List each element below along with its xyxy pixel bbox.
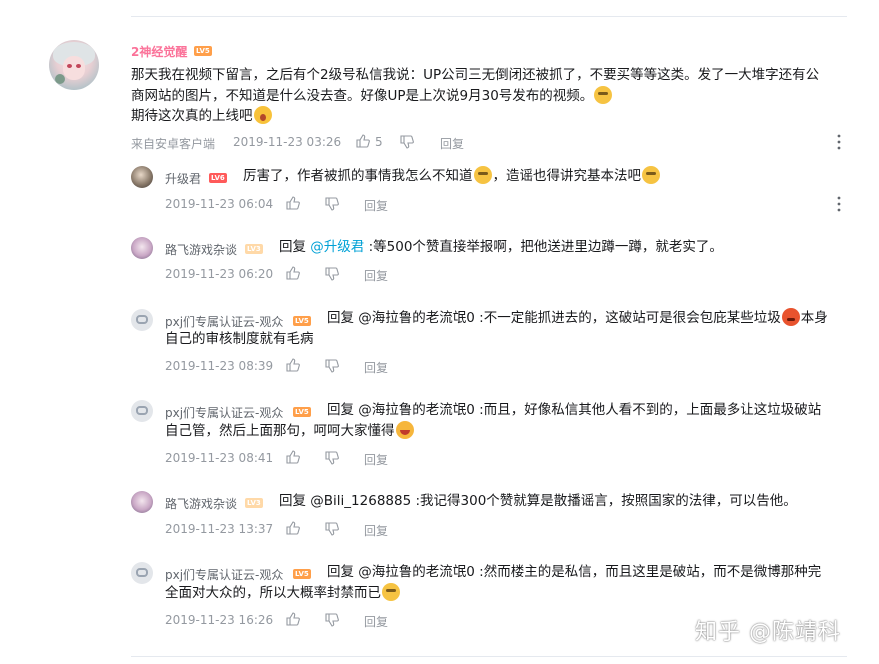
reply-text: 回复 @海拉鲁的老流氓0 :不一定能抓进去的，这破站可是很会包庇某些垃圾 本身 xyxy=(327,308,828,329)
reply-button[interactable]: 回复 xyxy=(364,267,388,284)
thumbs-down-icon[interactable] xyxy=(325,451,339,465)
username[interactable]: 路飞游戏杂谈 xyxy=(165,495,237,512)
avatar[interactable] xyxy=(131,400,153,422)
thumbs-up-icon[interactable] xyxy=(286,612,300,626)
level-badge: LV5 xyxy=(194,46,212,56)
username[interactable]: 2神经觉醒 xyxy=(131,43,187,60)
reply-text-segment: 全面对大众的，所以大概率封禁而已 xyxy=(165,585,381,601)
sweat-emoji-icon xyxy=(642,166,660,184)
mention-link[interactable]: @升级君 xyxy=(310,239,364,255)
comment-text-line-3: 期待这次真的上线吧 xyxy=(131,106,273,127)
thumbs-down-icon[interactable] xyxy=(325,522,339,536)
reply-button[interactable]: 回复 xyxy=(364,613,388,630)
timestamp: 2019-11-23 13:37 xyxy=(165,522,274,536)
reply-text-line-2: 自己的审核制度就有毛病 xyxy=(165,331,314,347)
avatar[interactable] xyxy=(131,309,153,331)
level-badge: LV5 xyxy=(293,569,311,579)
reply-text-line-2: 自己管，然后上面那句，呵呵大家懂得 xyxy=(165,421,415,442)
sweat-emoji-icon xyxy=(382,583,400,601)
thumbs-up-icon[interactable] xyxy=(286,358,300,372)
thumbs-down-icon[interactable] xyxy=(325,267,339,281)
avatar[interactable] xyxy=(131,491,153,513)
reply-text-segment: 回复 @海拉鲁的老流氓0 :不一定能抓进去的，这破站可是很会包庇某些垃圾 xyxy=(327,310,781,326)
timestamp: 2019-11-23 06:04 xyxy=(165,197,274,211)
username[interactable]: pxj们专属认证云-观众 xyxy=(165,313,283,330)
avatar[interactable] xyxy=(131,237,153,259)
comment-text-segment: 期待这次真的上线吧 xyxy=(131,108,253,124)
reply-button[interactable]: 回复 xyxy=(364,359,388,376)
thumbs-up-icon[interactable] xyxy=(286,266,300,280)
username[interactable]: 升级君 xyxy=(165,170,201,187)
timestamp: 2019-11-23 06:20 xyxy=(165,267,274,281)
avatar[interactable] xyxy=(49,40,99,90)
comment-text-line-1: 那天我在视频下留言，之后有个2级号私信我说：UP公司三无倒闭还被抓了，不要买等等… xyxy=(131,67,820,83)
shocked-emoji-icon xyxy=(253,106,272,124)
thumbs-down-icon[interactable] xyxy=(325,359,339,373)
bottom-divider xyxy=(131,656,847,657)
level-badge: LV3 xyxy=(245,244,263,254)
thumbs-up-icon[interactable] xyxy=(286,521,300,535)
client-source: 来自安卓客户端 xyxy=(131,137,216,151)
timestamp: 2019-11-23 08:39 xyxy=(165,359,274,373)
reply-text: 回复 @海拉鲁的老流氓0 :而且，好像私信其他人看不到的，上面最多让这垃圾破站 xyxy=(327,402,822,418)
reply-text: 回复 @Bili_1268885 :我记得300个赞就算是散播谣言，按照国家的法… xyxy=(279,493,797,509)
more-options-icon[interactable] xyxy=(837,134,841,150)
reply-text-segment: :等500个赞直接举报啊，把他送进里边蹲一蹲，就老实了。 xyxy=(364,239,723,255)
thumbs-up-icon[interactable] xyxy=(356,134,370,148)
reply-button[interactable]: 回复 xyxy=(364,451,388,468)
thumbs-up-icon[interactable] xyxy=(286,196,300,210)
top-divider xyxy=(131,16,847,17)
reply-prefix: 回复 xyxy=(279,239,311,255)
avatar[interactable] xyxy=(131,562,153,584)
thumbs-down-icon[interactable] xyxy=(325,197,339,211)
sweat-emoji-icon xyxy=(473,166,492,184)
reply-text-segment: 自己管，然后上面那句，呵呵大家懂得 xyxy=(165,423,395,439)
reply-text-line-2: 全面对大众的，所以大概率封禁而已 xyxy=(165,583,401,604)
thumbs-down-icon[interactable] xyxy=(325,613,339,627)
thumbs-up-icon[interactable] xyxy=(286,450,300,464)
timestamp: 2019-11-23 08:41 xyxy=(165,451,274,465)
reply-button[interactable]: 回复 xyxy=(440,135,464,152)
reply-text-segment: 本身 xyxy=(800,310,828,326)
comment-text-segment: 商网站的图片，不知道是什么没去查。好像UP是上次说9月30号发布的视频。 xyxy=(131,88,594,104)
more-options-icon[interactable] xyxy=(837,196,841,212)
username[interactable]: pxj们专属认证云-观众 xyxy=(165,566,283,583)
level-badge: LV6 xyxy=(209,173,227,183)
reply-button[interactable]: 回复 xyxy=(364,197,388,214)
reply-text: 回复 @升级君 :等500个赞直接举报啊，把他送进里边蹲一蹲，就老实了。 xyxy=(279,237,723,258)
reply-text-segment: 厉害了，作者被抓的事情我怎么不知道 xyxy=(243,168,473,184)
reply-text-segment: ，造谣也得讲究基本法吧 xyxy=(492,168,642,184)
angry-emoji-icon xyxy=(781,308,800,326)
thumbs-down-icon[interactable] xyxy=(400,135,414,149)
comment-text-line-2: 商网站的图片，不知道是什么没去查。好像UP是上次说9月30号发布的视频。 xyxy=(131,86,613,107)
username[interactable]: pxj们专属认证云-观众 xyxy=(165,404,283,421)
sweat-emoji-icon xyxy=(594,86,613,104)
level-badge: LV5 xyxy=(293,316,311,326)
timestamp: 2019-11-23 03:26 xyxy=(233,135,342,149)
level-badge: LV5 xyxy=(293,407,311,417)
reply-text: 回复 @海拉鲁的老流氓0 :然而楼主的是私信，而且这里是破站，而不是微博那种完 xyxy=(327,564,822,580)
watermark: 知乎 @陈靖科 xyxy=(695,620,841,645)
avatar[interactable] xyxy=(131,166,153,188)
username[interactable]: 路飞游戏杂谈 xyxy=(165,241,237,258)
level-badge: LV3 xyxy=(245,498,263,508)
timestamp: 2019-11-23 16:26 xyxy=(165,613,274,627)
laughing-emoji-icon xyxy=(395,421,414,439)
like-count: 5 xyxy=(375,135,383,149)
reply-button[interactable]: 回复 xyxy=(364,522,388,539)
reply-text: 厉害了，作者被抓的事情我怎么不知道 ，造谣也得讲究基本法吧 xyxy=(243,166,661,187)
